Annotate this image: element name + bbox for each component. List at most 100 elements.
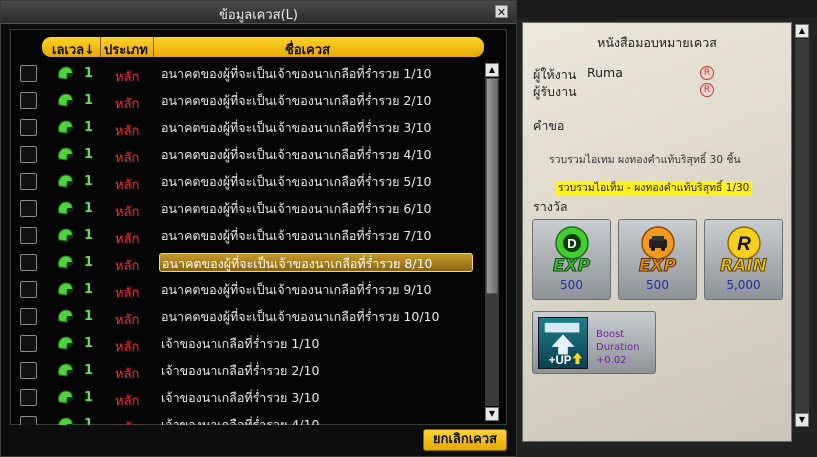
scroll-thumb[interactable] [486, 78, 498, 294]
scroll-track[interactable] [795, 39, 809, 413]
lucky-helmet-icon [58, 282, 73, 296]
quest-row[interactable]: 1 หลัก อนาคตของผู้ที่จะเป็นเจ้าของนาเกลือท… [11, 141, 483, 168]
quest-checkbox[interactable] [20, 92, 37, 109]
quest-name[interactable]: อนาคตของผู้ที่จะเป็นเจ้าของนาเกลือที่ร่ำ… [159, 253, 473, 272]
quest-row[interactable]: 1 หลัก อนาคตของผู้ที่จะเป็นเจ้าของนาเกลือท… [11, 60, 483, 87]
quest-row[interactable]: 1 หลัก เจ้าของนาเกลือที่ร่ำรวย 3/10 [11, 384, 483, 411]
quest-name[interactable]: อนาคตของผู้ที่จะเป็นเจ้าของนาเกลือที่ร่ำ… [159, 91, 475, 110]
quest-checkbox[interactable] [20, 146, 37, 163]
quest-checkbox[interactable] [20, 200, 37, 217]
quest-name[interactable]: อนาคตของผู้ที่จะเป็นเจ้าของนาเกลือที่ร่ำ… [159, 118, 475, 137]
reward-exp-d[interactable]: D EXP 500 [532, 219, 611, 300]
rain-icon: R [727, 226, 761, 260]
quest-list: เลเวล↓ ประเภท ชื่อเควส 1 หลัก อนาคตของผู้ท… [10, 29, 507, 425]
close-icon[interactable]: ✕ [495, 5, 508, 19]
scroll-down-icon[interactable]: ▼ [795, 413, 809, 427]
scroll-track[interactable] [485, 78, 499, 406]
quest-checkbox[interactable] [20, 335, 37, 352]
header-divider [100, 37, 101, 57]
quest-detail-panel: หนังสือมอบหมายเควส ผู้ให้งาน Ruma R ผู้ร… [518, 18, 817, 457]
quest-row[interactable]: 1 หลัก อนาคตของผู้ที่จะเป็นเจ้าของนาเกลือท… [11, 195, 483, 222]
lucky-helmet-icon [58, 363, 73, 377]
quest-row[interactable]: 1 หลัก เจ้าของนาเกลือที่ร่ำรวย 1/10 [11, 330, 483, 357]
giver-r-badge-icon: R [700, 66, 714, 80]
quest-level: 1 [84, 228, 94, 243]
reward-rain[interactable]: R RAIN 5,000 [704, 219, 783, 300]
reward-exp-car[interactable]: EXP 500 [618, 219, 697, 300]
quest-checkbox[interactable] [20, 308, 37, 325]
boost-up-icon: +UP [538, 317, 588, 369]
quest-checkbox[interactable] [20, 65, 37, 82]
header-type[interactable]: ประเภท [104, 39, 148, 60]
reward-label-text: EXP [638, 256, 677, 277]
svg-text:R: R [737, 234, 751, 255]
reward-value: 500 [646, 278, 669, 292]
header-name[interactable]: ชื่อเควส [285, 39, 330, 60]
quest-type: หลัก [115, 124, 140, 139]
quest-assignment-paper: หนังสือมอบหมายเควส ผู้ให้งาน Ruma R ผู้ร… [522, 22, 792, 442]
quest-progress: รวบรวมไอเท็ม - ผงทองคำแท้บริสุทธิ์ 1/30 [555, 181, 753, 196]
quest-row[interactable]: 1 หลัก อนาคตของผู้ที่จะเป็นเจ้าของนาเกลือท… [11, 303, 483, 330]
header-level[interactable]: เลเวล↓ [52, 39, 95, 60]
quest-type: หลัก [115, 205, 140, 220]
quest-level: 1 [84, 309, 94, 324]
quest-row[interactable]: 1 หลัก อนาคตของผู้ที่จะเป็นเจ้าของนาเกลือท… [11, 168, 483, 195]
quest-type: หลัก [115, 151, 140, 166]
quest-checkbox[interactable] [20, 362, 37, 379]
quest-row[interactable]: 1 หลัก อนาคตของผู้ที่จะเป็นเจ้าของนาเกลือท… [11, 114, 483, 141]
quest-row[interactable]: 1 หลัก เจ้าของนาเกลือที่ร่ำรวย 4/10 [11, 411, 483, 425]
quest-name[interactable]: เจ้าของนาเกลือที่ร่ำรวย 2/10 [159, 361, 475, 380]
quest-row[interactable]: 1 หลัก อนาคตของผู้ที่จะเป็นเจ้าของนาเกลือท… [11, 87, 483, 114]
quest-name[interactable]: เจ้าของนาเกลือที่ร่ำรวย 3/10 [159, 388, 475, 407]
reward-value: 5,000 [726, 278, 761, 292]
quest-checkbox[interactable] [20, 173, 37, 190]
quest-checkbox[interactable] [20, 281, 37, 298]
quest-name[interactable]: อนาคตของผู้ที่จะเป็นเจ้าของนาเกลือที่ร่ำ… [159, 172, 475, 191]
lucky-helmet-icon [58, 201, 73, 215]
quest-checkbox[interactable] [20, 416, 37, 425]
reward-label: รางวัล [533, 199, 568, 214]
reward-label-text: RAIN [720, 256, 768, 277]
quest-table-header: เลเวล↓ ประเภท ชื่อเควส [42, 37, 484, 60]
quest-checkbox[interactable] [20, 227, 37, 244]
quest-name[interactable]: อนาคตของผู้ที่จะเป็นเจ้าของนาเกลือที่ร่ำ… [159, 280, 475, 299]
quest-checkbox[interactable] [20, 254, 37, 271]
reward-boost-item[interactable]: +UP Boost Duration +0.02 [532, 311, 656, 374]
quest-name[interactable]: อนาคตของผู้ที่จะเป็นเจ้าของนาเกลือที่ร่ำ… [159, 199, 475, 218]
lucky-helmet-icon [58, 66, 73, 80]
quest-row[interactable]: 1 หลัก อนาคตของผู้ที่จะเป็นเจ้าของนาเกลือท… [11, 276, 483, 303]
quest-level: 1 [84, 147, 94, 162]
quest-checkbox[interactable] [20, 389, 37, 406]
quest-row[interactable]: 1 หลัก อนาคตของผู้ที่จะเป็นเจ้าของนาเกลือท… [11, 222, 483, 249]
boost-arrow-icon: +UP [544, 322, 583, 367]
scroll-down-icon[interactable]: ▼ [485, 407, 499, 421]
quest-checkbox[interactable] [20, 119, 37, 136]
scroll-up-icon[interactable]: ▲ [795, 24, 809, 38]
quest-name[interactable]: อนาคตของผู้ที่จะเป็นเจ้าของนาเกลือที่ร่ำ… [159, 145, 475, 164]
quest-list-scrollbar[interactable]: ▲ ▼ [485, 63, 499, 421]
quest-name[interactable]: เจ้าของนาเกลือที่ร่ำรวย 4/10 [159, 415, 475, 425]
scroll-up-icon[interactable]: ▲ [485, 63, 499, 77]
window-titlebar[interactable]: ข้อมูลเควส(L) ✕ [1, 1, 516, 24]
quest-name[interactable]: อนาคตของผู้ที่จะเป็นเจ้าของนาเกลือที่ร่ำ… [159, 226, 475, 245]
quest-type: หลัก [115, 232, 140, 247]
detail-scrollbar[interactable]: ▲ ▼ [795, 24, 809, 427]
quest-row[interactable]: 1 หลัก เจ้าของนาเกลือที่ร่ำรวย 2/10 [11, 357, 483, 384]
lucky-helmet-icon [58, 336, 73, 350]
quest-name[interactable]: อนาคตของผู้ที่จะเป็นเจ้าของนาเกลือที่ร่ำ… [159, 64, 475, 83]
cancel-quest-button[interactable]: ยกเลิกเควส [423, 429, 507, 451]
receiver-label: ผู้รับงาน [533, 84, 577, 99]
boost-text: Boost Duration +0.02 [596, 329, 640, 366]
quest-name[interactable]: อนาคตของผู้ที่จะเป็นเจ้าของนาเกลือที่ร่ำ… [159, 307, 475, 326]
quest-info-window: ข้อมูลเควส(L) ✕ เลเวล↓ ประเภท ชื่อเควส 1… [0, 0, 517, 457]
giver-name: Ruma [587, 65, 623, 80]
lucky-helmet-icon [58, 255, 73, 269]
quest-type: หลัก [115, 394, 140, 409]
boost-icon-label: +UP [549, 355, 572, 367]
quest-row[interactable]: 1 หลัก อนาคตของผู้ที่จะเป็นเจ้าของนาเกลือท… [11, 249, 483, 276]
quest-type: หลัก [115, 70, 140, 85]
quest-level: 1 [84, 93, 94, 108]
quest-name[interactable]: เจ้าของนาเกลือที่ร่ำรวย 1/10 [159, 334, 475, 353]
request-label: คำขอ [533, 118, 565, 133]
d-exp-icon: D [555, 226, 589, 260]
